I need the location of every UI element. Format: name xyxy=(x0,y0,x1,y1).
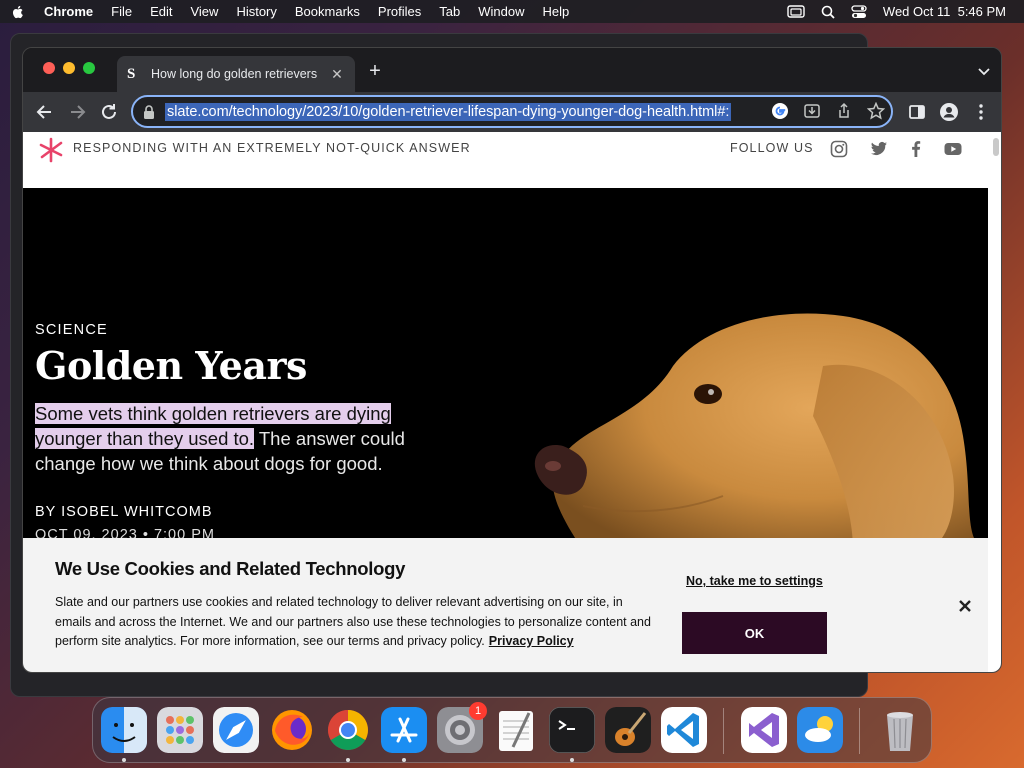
golden-retriever-photo xyxy=(534,313,983,550)
minimize-window-button[interactable] xyxy=(63,62,75,74)
slate-favicon-icon: S xyxy=(127,66,136,82)
cookie-consent-banner: We Use Cookies and Related Technology Sl… xyxy=(23,538,988,672)
menu-view[interactable]: View xyxy=(190,4,218,19)
site-slogan: RESPONDING WITH AN EXTREMELY NOT-QUICK A… xyxy=(73,141,471,155)
garageband-icon[interactable] xyxy=(605,707,651,753)
running-indicator xyxy=(122,758,126,762)
vscode-icon[interactable] xyxy=(661,707,707,753)
terminal-icon[interactable] xyxy=(549,707,595,753)
weather-icon[interactable] xyxy=(797,707,843,753)
article-byline[interactable]: BY ISOBEL WHITCOMB xyxy=(35,504,213,520)
running-indicator xyxy=(570,758,574,762)
instagram-icon[interactable] xyxy=(830,140,848,158)
privacy-policy-link[interactable]: Privacy Policy xyxy=(489,634,574,648)
bookmark-star-icon[interactable] xyxy=(866,101,886,120)
trash-icon[interactable] xyxy=(877,707,923,753)
menu-bookmarks[interactable]: Bookmarks xyxy=(295,4,360,19)
cookie-settings-link[interactable]: No, take me to settings xyxy=(686,574,823,588)
running-indicator xyxy=(402,758,406,762)
tab-bar: S How long do golden retrievers ✕ + xyxy=(23,48,1001,92)
profile-avatar-icon[interactable] xyxy=(939,102,959,122)
address-bar[interactable]: slate.com/technology/2023/10/golden-retr… xyxy=(131,95,893,128)
control-center-icon[interactable] xyxy=(851,4,867,19)
article-headline: Golden Years xyxy=(35,343,307,388)
new-tab-button[interactable]: + xyxy=(365,61,385,82)
apple-icon[interactable] xyxy=(10,4,26,20)
facebook-icon[interactable] xyxy=(907,140,925,158)
twitter-icon[interactable] xyxy=(870,140,888,158)
youtube-icon[interactable] xyxy=(944,140,962,158)
tab-search-chevron-icon[interactable] xyxy=(977,64,991,78)
screen-mirroring-icon[interactable] xyxy=(787,4,805,19)
spotlight-search-icon[interactable] xyxy=(821,5,835,19)
dock-separator xyxy=(723,708,724,754)
slate-logo-icon[interactable] xyxy=(37,136,65,164)
cookie-banner-title: We Use Cookies and Related Technology xyxy=(55,558,406,579)
notification-badge: 1 xyxy=(469,702,487,720)
menu-profiles[interactable]: Profiles xyxy=(378,4,421,19)
menu-window[interactable]: Window xyxy=(478,4,524,19)
app-store-icon[interactable] xyxy=(381,707,427,753)
launchpad-icon[interactable] xyxy=(157,707,203,753)
install-app-icon[interactable] xyxy=(803,102,821,120)
safari-icon[interactable] xyxy=(213,707,259,753)
visual-studio-icon[interactable] xyxy=(741,707,787,753)
article-dek: Some vets think golden retrievers are dy… xyxy=(35,401,455,476)
running-indicator xyxy=(346,758,350,762)
menu-bar: Chrome File Edit View History Bookmarks … xyxy=(0,0,1024,23)
side-panel-icon[interactable] xyxy=(907,102,927,122)
menu-app-chrome[interactable]: Chrome xyxy=(44,4,93,19)
zoom-window-button[interactable] xyxy=(83,62,95,74)
chrome-icon[interactable] xyxy=(325,707,371,753)
firefox-icon[interactable] xyxy=(269,707,315,753)
cookie-ok-button[interactable]: OK xyxy=(682,612,827,654)
lock-icon[interactable] xyxy=(143,104,155,119)
finder-icon[interactable] xyxy=(101,707,147,753)
page-scrollbar[interactable] xyxy=(988,132,1001,672)
menu-history[interactable]: History xyxy=(236,4,276,19)
follow-us-label: FOLLOW US xyxy=(730,141,814,155)
menu-file[interactable]: File xyxy=(111,4,132,19)
tab-close-icon[interactable]: ✕ xyxy=(329,66,345,83)
scrollbar-thumb[interactable] xyxy=(993,138,999,156)
forward-arrow-icon[interactable] xyxy=(67,102,87,122)
article-section-kicker[interactable]: SCIENCE xyxy=(35,322,108,338)
google-lens-icon[interactable] xyxy=(771,102,789,120)
browser-toolbar: slate.com/technology/2023/10/golden-retr… xyxy=(23,92,1001,132)
reload-icon[interactable] xyxy=(99,102,119,122)
close-icon[interactable] xyxy=(957,598,973,614)
browser-tab-active[interactable]: S How long do golden retrievers ✕ xyxy=(117,56,355,92)
tab-title: How long do golden retrievers xyxy=(151,67,318,81)
back-arrow-icon[interactable] xyxy=(35,102,55,122)
share-icon[interactable] xyxy=(835,102,853,120)
menu-edit[interactable]: Edit xyxy=(150,4,172,19)
more-menu-icon[interactable] xyxy=(971,102,991,122)
site-header: RESPONDING WITH AN EXTREMELY NOT-QUICK A… xyxy=(23,132,988,188)
web-page: RESPONDING WITH AN EXTREMELY NOT-QUICK A… xyxy=(23,132,988,672)
menu-help[interactable]: Help xyxy=(543,4,570,19)
menu-tab[interactable]: Tab xyxy=(439,4,460,19)
cookie-banner-body: Slate and our partners use cookies and r… xyxy=(55,593,655,652)
textedit-icon[interactable] xyxy=(493,707,539,753)
dock: 1 xyxy=(92,697,932,763)
url-text[interactable]: slate.com/technology/2023/10/golden-retr… xyxy=(165,102,732,121)
menubar-clock[interactable]: Wed Oct 11 5:46 PM xyxy=(883,4,1006,19)
close-window-button[interactable] xyxy=(43,62,55,74)
dock-separator xyxy=(859,708,860,754)
chrome-window: S How long do golden retrievers ✕ + slat… xyxy=(22,47,1002,673)
